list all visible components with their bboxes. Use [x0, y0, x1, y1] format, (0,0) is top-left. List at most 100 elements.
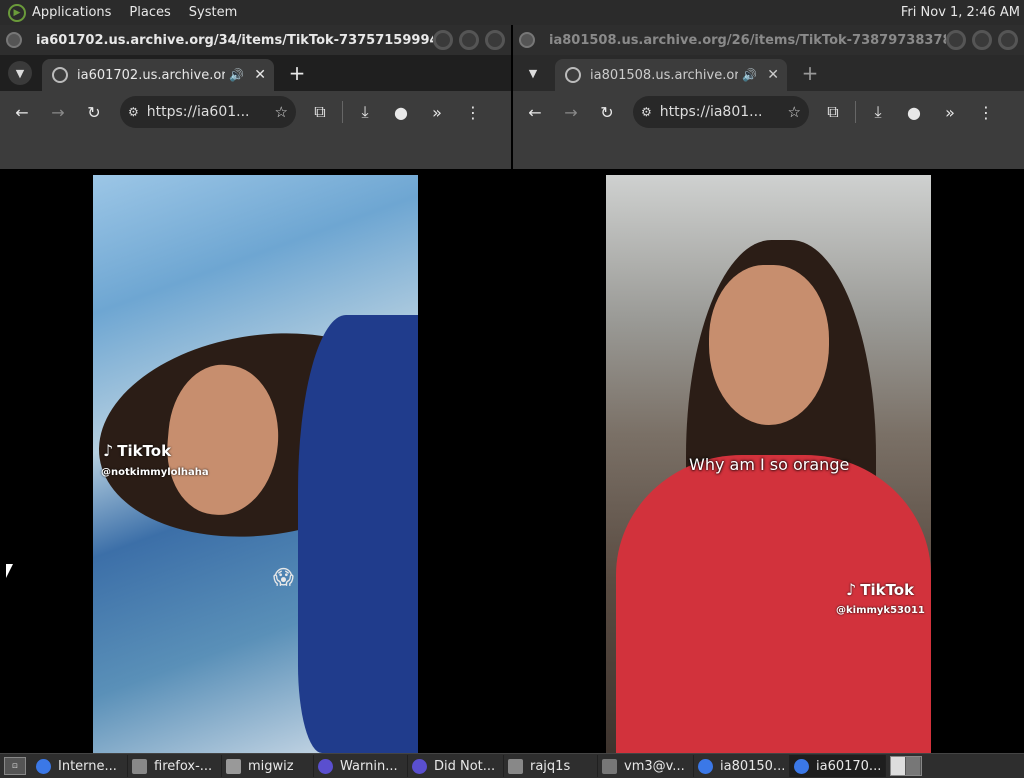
address-bar[interactable]: ⚙ https://ia601... ☆: [120, 96, 296, 128]
task-button[interactable]: firefox-...: [128, 755, 222, 777]
overflow-chevron-icon[interactable]: »: [936, 98, 964, 126]
tab-active[interactable]: ia801508.us.archive.org/ 🔊 ✕: [555, 59, 787, 91]
browser-window-right: ia801508.us.archive.org/26/items/TikTok-…: [513, 25, 1024, 753]
task-button[interactable]: Warnin...: [314, 755, 408, 777]
terminal-icon: [508, 758, 523, 774]
back-arrow-icon[interactable]: ←: [8, 98, 36, 126]
tab-search-chevron-icon[interactable]: ▼: [521, 61, 545, 85]
forward-arrow-icon[interactable]: →: [557, 98, 585, 126]
task-button[interactable]: rajq1s: [504, 755, 598, 777]
window-titlebar[interactable]: ia801508.us.archive.org/26/items/TikTok-…: [513, 25, 1024, 55]
download-icon[interactable]: ⤓: [351, 98, 379, 126]
task-button[interactable]: Interne...: [32, 755, 128, 777]
page-content: ♪ TikTok @notkimmylolhaha 😱: [0, 174, 511, 753]
tiktok-note-icon: ♪: [846, 580, 857, 599]
window-titlebar[interactable]: ia601702.us.archive.org/34/items/TikTok-…: [0, 25, 511, 55]
maximize-button[interactable]: [972, 30, 992, 50]
new-tab-button[interactable]: +: [284, 60, 310, 86]
panel-clock[interactable]: Fri Nov 1, 2:46 AM: [901, 5, 1020, 20]
tiktok-note-icon: ♪: [103, 441, 114, 460]
bookmark-star-icon[interactable]: ☆: [788, 103, 801, 121]
firefox-icon: [318, 758, 333, 774]
address-bar[interactable]: ⚙ https://ia801... ☆: [633, 96, 809, 128]
site-info-icon[interactable]: ⚙: [128, 105, 139, 119]
workspace-2[interactable]: [906, 757, 921, 775]
minimize-button[interactable]: [433, 30, 453, 50]
browser-toolbar: ← → ↻ ⚙ https://ia801... ☆ ⧉ ⤓ ● » ⋮: [513, 91, 1024, 133]
speaker-icon[interactable]: 🔊: [742, 68, 757, 82]
tiktok-watermark-text: TikTok: [117, 441, 172, 460]
video-figure-shirt: [616, 455, 931, 753]
workspace-switcher[interactable]: [890, 756, 922, 776]
task-label: Did Not...: [434, 758, 496, 774]
tab-strip: ▼ ia601702.us.archive.org/3 🔊 ✕ +: [0, 55, 511, 91]
task-label: Warnin...: [340, 758, 398, 774]
task-button[interactable]: Did Not...: [408, 755, 504, 777]
kebab-menu-icon[interactable]: ⋮: [972, 98, 1000, 126]
menu-system[interactable]: System: [189, 5, 237, 20]
reload-icon[interactable]: ↻: [593, 98, 621, 126]
menu-places[interactable]: Places: [129, 5, 170, 20]
toolbar-extension-area: [0, 133, 511, 169]
tab-title: ia801508.us.archive.org/: [590, 67, 739, 83]
close-window-button[interactable]: [998, 30, 1018, 50]
bookmark-star-icon[interactable]: ☆: [275, 103, 288, 121]
chrome-icon: [794, 758, 809, 774]
page-content: Why am I so orange ♪ TikTok @kimmyk53011: [513, 174, 1024, 753]
speaker-icon[interactable]: 🔊: [229, 68, 244, 82]
reload-icon[interactable]: ↻: [80, 98, 108, 126]
close-tab-icon[interactable]: ✕: [767, 67, 779, 83]
task-label: Interne...: [58, 758, 117, 774]
task-button[interactable]: migwiz: [222, 755, 314, 777]
kebab-menu-icon[interactable]: ⋮: [459, 98, 487, 126]
close-window-button[interactable]: [485, 30, 505, 50]
minimize-button[interactable]: [946, 30, 966, 50]
distro-logo-icon[interactable]: ▶: [8, 3, 26, 22]
tiktok-handle: @kimmyk53011: [836, 605, 925, 616]
tiktok-handle: @notkimmylolhaha: [101, 467, 209, 478]
window-menu-icon[interactable]: [6, 32, 22, 48]
maximize-button[interactable]: [459, 30, 479, 50]
menu-applications[interactable]: Applications: [32, 5, 111, 20]
tab-strip: ▼ ia801508.us.archive.org/ 🔊 ✕ +: [513, 55, 1024, 91]
browser-toolbar: ← → ↻ ⚙ https://ia601... ☆ ⧉ ⤓ ● » ⋮: [0, 91, 511, 133]
show-desktop-icon[interactable]: ⊡: [4, 757, 26, 775]
workspace-1[interactable]: [891, 757, 906, 775]
tab-active[interactable]: ia601702.us.archive.org/3 🔊 ✕: [42, 59, 274, 91]
task-label: ia60170...: [816, 758, 882, 774]
top-panel: ▶ Applications Places System Fri Nov 1, …: [0, 0, 1024, 25]
terminal-icon: [602, 758, 617, 774]
back-arrow-icon[interactable]: ←: [521, 98, 549, 126]
taskbar: ⊡ Interne... firefox-... migwiz Warnin..…: [0, 753, 1024, 778]
globe-icon: [52, 67, 68, 83]
task-button[interactable]: vm3@v...: [598, 755, 694, 777]
firefox-icon: [412, 758, 427, 774]
tiktok-watermark: ♪ TikTok: [846, 580, 914, 599]
site-info-icon[interactable]: ⚙: [641, 105, 652, 119]
overflow-chevron-icon[interactable]: »: [423, 98, 451, 126]
tiktok-watermark-text: TikTok: [860, 580, 915, 599]
extensions-puzzle-icon[interactable]: ⧉: [819, 98, 847, 126]
extensions-puzzle-icon[interactable]: ⧉: [306, 98, 334, 126]
terminal-icon: [132, 758, 147, 774]
address-url[interactable]: https://ia801...: [660, 104, 788, 120]
tab-search-chevron-icon[interactable]: ▼: [8, 61, 32, 85]
tab-title: ia601702.us.archive.org/3: [77, 67, 226, 83]
tiktok-video[interactable]: ♪ TikTok @notkimmylolhaha 😱: [93, 175, 418, 753]
task-button-active[interactable]: ia60170...: [790, 755, 886, 777]
task-button[interactable]: ia80150...: [694, 755, 790, 777]
task-label: vm3@v...: [624, 758, 685, 774]
window-title: ia801508.us.archive.org/26/items/TikTok-…: [549, 32, 946, 48]
window-menu-icon[interactable]: [519, 32, 535, 48]
new-tab-button[interactable]: +: [797, 60, 823, 86]
chrome-icon: [698, 758, 713, 774]
download-icon[interactable]: ⤓: [864, 98, 892, 126]
tiktok-video[interactable]: Why am I so orange ♪ TikTok @kimmyk53011: [606, 175, 931, 753]
scream-emoji: 😱: [273, 565, 294, 589]
toolbar-divider: [342, 101, 343, 123]
close-tab-icon[interactable]: ✕: [254, 67, 266, 83]
forward-arrow-icon[interactable]: →: [44, 98, 72, 126]
profile-avatar-icon[interactable]: ●: [387, 98, 415, 126]
address-url[interactable]: https://ia601...: [147, 104, 275, 120]
profile-avatar-icon[interactable]: ●: [900, 98, 928, 126]
